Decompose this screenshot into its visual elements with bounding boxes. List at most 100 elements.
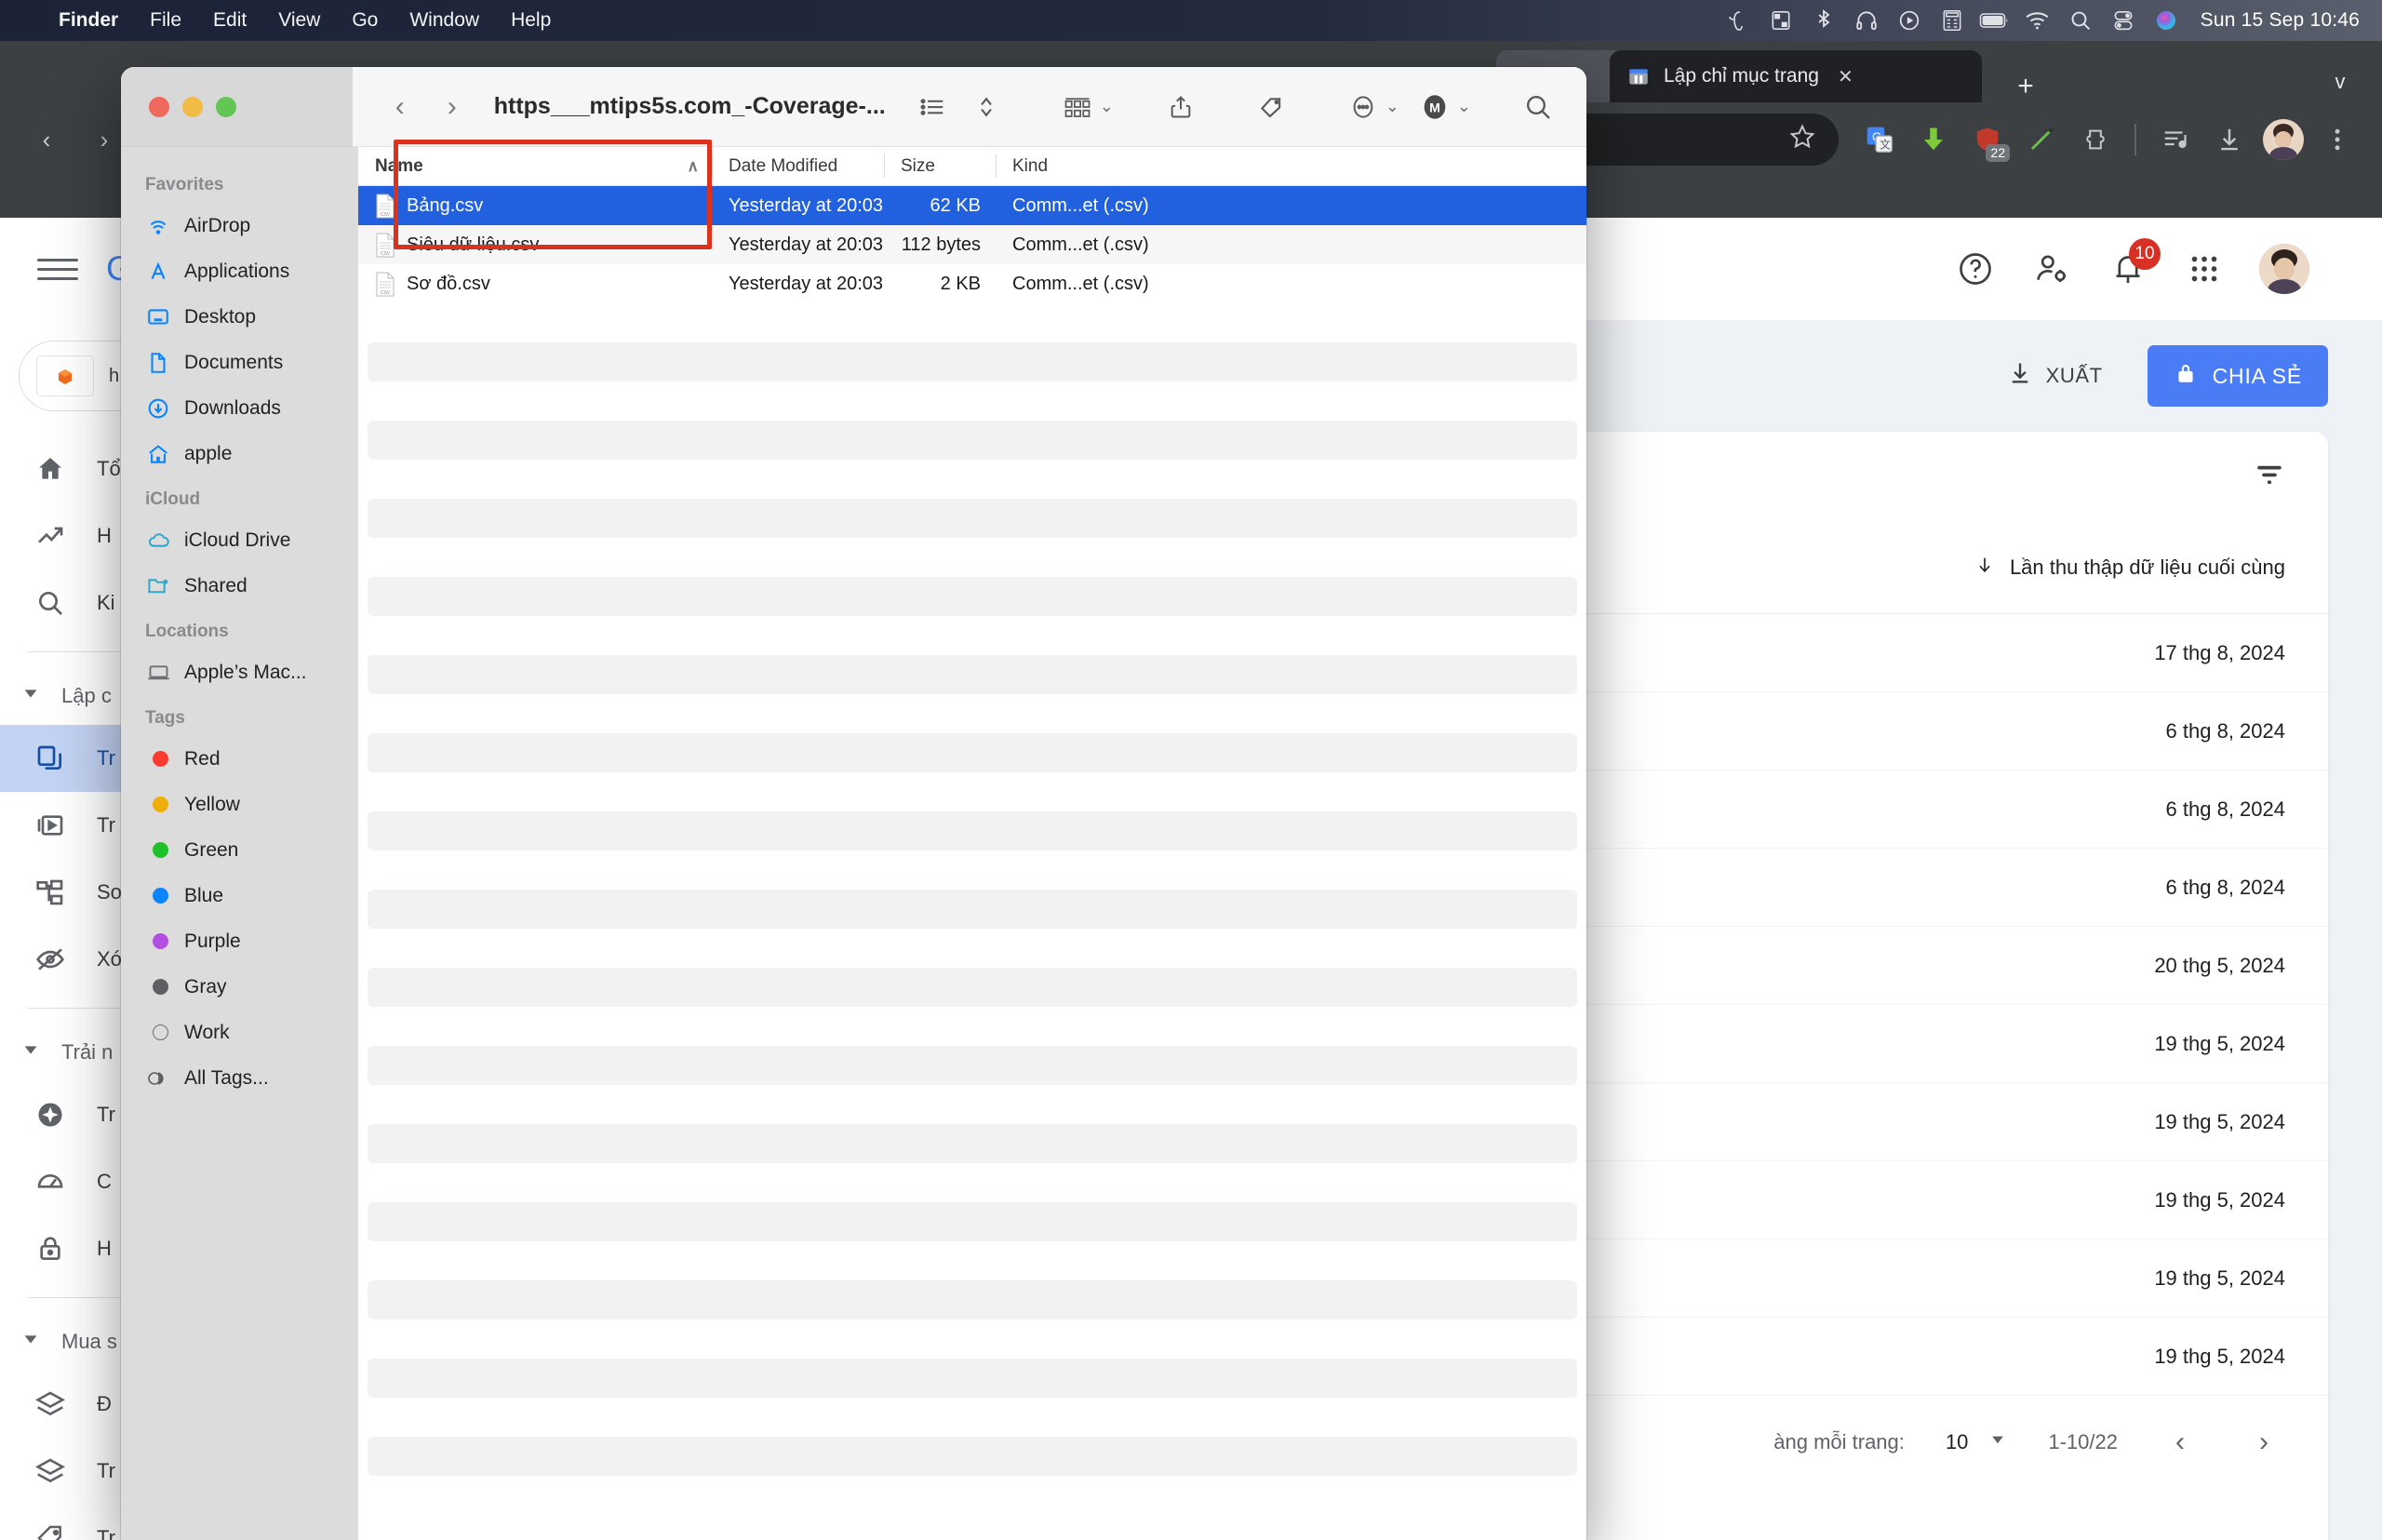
maximize-window-button[interactable] bbox=[216, 96, 236, 117]
file-size: 62 KB bbox=[930, 194, 981, 216]
minimize-window-button[interactable] bbox=[182, 96, 203, 117]
sidebar-item-label: Xó bbox=[97, 947, 122, 971]
tab-close-icon[interactable]: ✕ bbox=[1838, 65, 1853, 88]
tab-search-button[interactable]: v bbox=[2315, 61, 2365, 102]
svg-text:CSV: CSV bbox=[381, 251, 391, 257]
headphones-icon[interactable] bbox=[1845, 0, 1888, 41]
more-actions-icon[interactable] bbox=[1339, 83, 1387, 131]
sidebar-item-downloads[interactable]: Downloads bbox=[121, 385, 358, 431]
control-center-icon[interactable] bbox=[2102, 0, 2145, 41]
marker-pen-icon[interactable] bbox=[2017, 115, 2066, 164]
menu-item-file[interactable]: File bbox=[134, 9, 197, 32]
play-circle-icon[interactable] bbox=[1888, 0, 1931, 41]
file-row[interactable]: CSV Siêu dữ liệu.csv Yesterday at 20:03 … bbox=[358, 225, 1586, 264]
layers-icon bbox=[32, 1389, 69, 1419]
help-icon[interactable] bbox=[1954, 248, 1997, 290]
downloads-icon[interactable] bbox=[2205, 115, 2254, 164]
chevron-down-icon[interactable]: ⌄ bbox=[1385, 97, 1399, 116]
calculator-icon[interactable] bbox=[1931, 0, 1974, 41]
home-icon bbox=[145, 442, 171, 466]
adblock-shield-icon[interactable]: 22 bbox=[1963, 115, 2012, 164]
rows-per-page-select[interactable]: 10 bbox=[1946, 1430, 2007, 1454]
account-settings-icon[interactable] bbox=[2030, 248, 2073, 290]
group-by-icon[interactable] bbox=[1053, 83, 1102, 131]
sidebar-item-label: Red bbox=[184, 747, 221, 770]
sidebar-item-home[interactable]: apple bbox=[121, 431, 358, 476]
menu-item-go[interactable]: Go bbox=[336, 9, 394, 32]
google-apps-grid-icon[interactable] bbox=[2183, 248, 2226, 290]
chrome-menu-icon[interactable] bbox=[2313, 115, 2362, 164]
lock-icon bbox=[2174, 361, 2198, 391]
close-window-button[interactable] bbox=[149, 96, 169, 117]
wifi-icon[interactable] bbox=[2016, 0, 2059, 41]
stage-manager-icon[interactable] bbox=[1760, 0, 1802, 41]
menu-item-edit[interactable]: Edit bbox=[197, 9, 262, 32]
sidebar-tag-yellow[interactable]: Yellow bbox=[121, 782, 358, 827]
menu-item-finder[interactable]: Finder bbox=[43, 9, 134, 32]
list-view-icon[interactable] bbox=[908, 83, 957, 131]
browser-tab-active[interactable]: Lập chỉ mục trang ✕ bbox=[1610, 50, 1982, 102]
siri-icon[interactable] bbox=[2145, 0, 2188, 41]
column-header-kind[interactable]: Kind bbox=[996, 147, 1586, 185]
file-list-header: Name ∧ Date Modified Size Kind bbox=[358, 147, 1586, 186]
download-arrow-icon[interactable] bbox=[1909, 115, 1958, 164]
sidebar-all-tags[interactable]: All Tags... bbox=[121, 1055, 358, 1101]
file-list-empty-row bbox=[368, 733, 1577, 772]
file-row[interactable]: CSV Bảng.csv Yesterday at 20:03 62 KB Co… bbox=[358, 186, 1586, 225]
column-header-name[interactable]: Name ∧ bbox=[358, 147, 712, 185]
sidebar-item-mac[interactable]: Apple’s Mac... bbox=[121, 649, 358, 695]
battery-icon[interactable] bbox=[1974, 0, 2016, 41]
star-icon[interactable] bbox=[1788, 123, 1816, 156]
menu-bar-clock[interactable]: Sun 15 Sep 10:46 bbox=[2188, 9, 2360, 32]
sidebar-tag-gray[interactable]: Gray bbox=[121, 964, 358, 1010]
column-header-date-modified[interactable]: Date Modified bbox=[712, 147, 884, 185]
finder-forward-button[interactable]: › bbox=[429, 84, 475, 130]
share-button[interactable]: CHIA SẺ bbox=[2147, 345, 2328, 407]
file-row[interactable]: CSV Sơ đồ.csv Yesterday at 20:03 2 KB Co… bbox=[358, 264, 1586, 303]
sidebar-item-shared[interactable]: Shared bbox=[121, 563, 358, 609]
menu-item-window[interactable]: Window bbox=[394, 9, 495, 32]
sidebar-tag-green[interactable]: Green bbox=[121, 827, 358, 873]
rows-per-page-value: 10 bbox=[1945, 1430, 1969, 1453]
share-icon[interactable] bbox=[1157, 83, 1205, 131]
google-translate-icon[interactable]: G文 bbox=[1855, 115, 1904, 164]
search-icon[interactable] bbox=[1514, 83, 1562, 131]
bluetooth-icon[interactable] bbox=[1802, 0, 1845, 41]
sidebar-tag-work[interactable]: Work bbox=[121, 1010, 358, 1055]
sidebar-tag-red[interactable]: Red bbox=[121, 736, 358, 782]
sidebar-item-documents[interactable]: Documents bbox=[121, 340, 358, 385]
sidebar-item-applications[interactable]: Applications bbox=[121, 248, 358, 294]
file-list-empty-row bbox=[358, 616, 1586, 655]
column-header-last-crawl[interactable]: Lần thu thập dữ liệu cuối cùng bbox=[1974, 555, 2285, 581]
row-date: 6 thg 8, 2024 bbox=[2165, 797, 2285, 821]
sort-order-icon[interactable] bbox=[962, 83, 1010, 131]
tag-icon[interactable] bbox=[1248, 83, 1296, 131]
previous-page-button[interactable]: ‹ bbox=[2159, 1421, 2201, 1464]
column-header-size[interactable]: Size bbox=[884, 147, 996, 185]
dropbox-badge-icon[interactable]: M bbox=[1411, 83, 1459, 131]
chevron-down-icon[interactable]: ⌄ bbox=[1100, 97, 1114, 116]
sidebar-item-label: Tr bbox=[97, 1103, 115, 1126]
user-avatar[interactable] bbox=[2259, 244, 2309, 294]
sidebar-tag-purple[interactable]: Purple bbox=[121, 918, 358, 964]
menu-item-view[interactable]: View bbox=[262, 9, 336, 32]
spotlight-search-icon[interactable] bbox=[2059, 0, 2102, 41]
finder-back-button[interactable]: ‹ bbox=[377, 84, 423, 130]
file-list-empty-row bbox=[368, 890, 1577, 929]
chevron-down-icon[interactable]: ⌄ bbox=[1457, 97, 1471, 116]
sidebar-tag-blue[interactable]: Blue bbox=[121, 873, 358, 918]
extension-puzzle-icon[interactable] bbox=[2071, 115, 2120, 164]
profile-avatar[interactable] bbox=[2259, 115, 2308, 164]
next-page-button[interactable]: › bbox=[2242, 1421, 2285, 1464]
menu-icon[interactable] bbox=[37, 258, 78, 280]
export-button[interactable]: XUẤT bbox=[1994, 349, 2116, 403]
sidebar-item-icloud-drive[interactable]: iCloud Drive bbox=[121, 517, 358, 563]
reading-list-icon[interactable] bbox=[2151, 115, 2200, 164]
browser-back-button[interactable]: ‹ bbox=[20, 114, 73, 166]
filter-icon[interactable] bbox=[2254, 459, 2285, 495]
evernote-icon[interactable] bbox=[1717, 0, 1760, 41]
notifications-bell-icon[interactable]: 10 bbox=[2107, 238, 2161, 290]
menu-item-help[interactable]: Help bbox=[495, 9, 567, 32]
sidebar-item-airdrop[interactable]: AirDrop bbox=[121, 203, 358, 248]
sidebar-item-desktop[interactable]: Desktop bbox=[121, 294, 358, 340]
